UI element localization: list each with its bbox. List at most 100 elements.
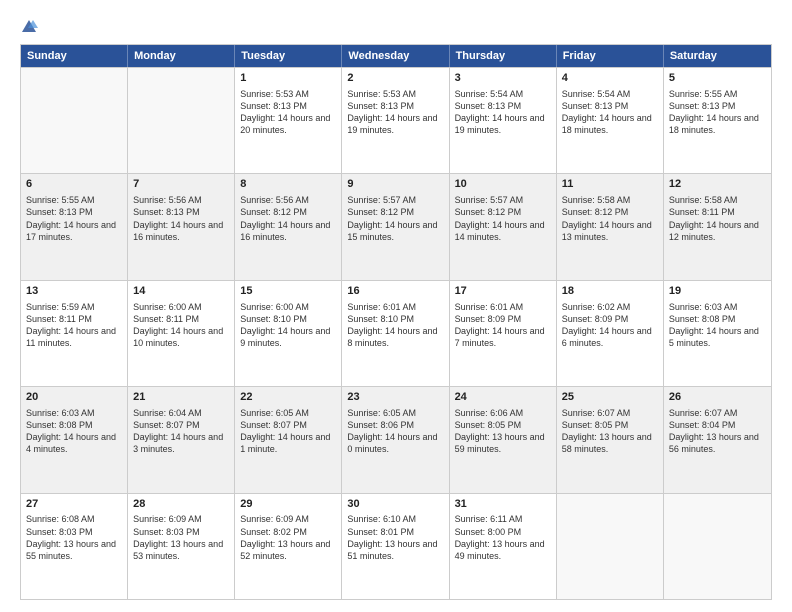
- day-info: Daylight: 14 hours and 18 minutes.: [562, 112, 658, 136]
- day-info: Sunset: 8:12 PM: [347, 206, 443, 218]
- calendar-cell: 17Sunrise: 6:01 AMSunset: 8:09 PMDayligh…: [450, 281, 557, 386]
- calendar-cell: [664, 494, 771, 599]
- day-info: Sunrise: 6:09 AM: [133, 513, 229, 525]
- calendar-body: 1Sunrise: 5:53 AMSunset: 8:13 PMDaylight…: [21, 67, 771, 599]
- header: [20, 16, 772, 36]
- calendar-week: 6Sunrise: 5:55 AMSunset: 8:13 PMDaylight…: [21, 173, 771, 279]
- day-info: Sunset: 8:04 PM: [669, 419, 766, 431]
- day-number: 6: [26, 177, 122, 192]
- logo-icon: [20, 18, 38, 36]
- calendar-cell: 13Sunrise: 5:59 AMSunset: 8:11 PMDayligh…: [21, 281, 128, 386]
- day-info: Sunset: 8:13 PM: [347, 100, 443, 112]
- calendar-cell: 28Sunrise: 6:09 AMSunset: 8:03 PMDayligh…: [128, 494, 235, 599]
- day-number: 22: [240, 390, 336, 405]
- day-info: Sunrise: 6:05 AM: [240, 407, 336, 419]
- day-info: Sunrise: 5:53 AM: [347, 88, 443, 100]
- calendar-cell: 21Sunrise: 6:04 AMSunset: 8:07 PMDayligh…: [128, 387, 235, 492]
- calendar-page: SundayMondayTuesdayWednesdayThursdayFrid…: [0, 0, 792, 612]
- calendar-cell: 4Sunrise: 5:54 AMSunset: 8:13 PMDaylight…: [557, 68, 664, 173]
- day-info: Daylight: 14 hours and 3 minutes.: [133, 431, 229, 455]
- day-info: Sunset: 8:06 PM: [347, 419, 443, 431]
- calendar-cell: [557, 494, 664, 599]
- day-info: Daylight: 13 hours and 53 minutes.: [133, 538, 229, 562]
- day-info: Daylight: 13 hours and 58 minutes.: [562, 431, 658, 455]
- day-info: Daylight: 14 hours and 1 minute.: [240, 431, 336, 455]
- day-info: Sunset: 8:08 PM: [26, 419, 122, 431]
- calendar-cell: 8Sunrise: 5:56 AMSunset: 8:12 PMDaylight…: [235, 174, 342, 279]
- day-info: Sunrise: 5:59 AM: [26, 301, 122, 313]
- day-info: Sunset: 8:10 PM: [240, 313, 336, 325]
- day-info: Daylight: 14 hours and 6 minutes.: [562, 325, 658, 349]
- day-info: Sunset: 8:12 PM: [562, 206, 658, 218]
- calendar-cell: 9Sunrise: 5:57 AMSunset: 8:12 PMDaylight…: [342, 174, 449, 279]
- day-info: Daylight: 14 hours and 8 minutes.: [347, 325, 443, 349]
- day-info: Daylight: 14 hours and 12 minutes.: [669, 219, 766, 243]
- day-info: Sunset: 8:13 PM: [240, 100, 336, 112]
- calendar-cell: 26Sunrise: 6:07 AMSunset: 8:04 PMDayligh…: [664, 387, 771, 492]
- calendar-cell: 10Sunrise: 5:57 AMSunset: 8:12 PMDayligh…: [450, 174, 557, 279]
- calendar-cell: 19Sunrise: 6:03 AMSunset: 8:08 PMDayligh…: [664, 281, 771, 386]
- calendar-cell: 5Sunrise: 5:55 AMSunset: 8:13 PMDaylight…: [664, 68, 771, 173]
- day-info: Sunset: 8:07 PM: [133, 419, 229, 431]
- day-info: Daylight: 13 hours and 56 minutes.: [669, 431, 766, 455]
- weekday-header: Saturday: [664, 45, 771, 67]
- day-info: Sunset: 8:13 PM: [26, 206, 122, 218]
- day-info: Sunset: 8:13 PM: [455, 100, 551, 112]
- day-info: Sunrise: 5:58 AM: [669, 194, 766, 206]
- calendar-cell: 29Sunrise: 6:09 AMSunset: 8:02 PMDayligh…: [235, 494, 342, 599]
- day-number: 19: [669, 284, 766, 299]
- calendar-cell: 2Sunrise: 5:53 AMSunset: 8:13 PMDaylight…: [342, 68, 449, 173]
- day-info: Sunset: 8:00 PM: [455, 526, 551, 538]
- day-info: Sunrise: 5:53 AM: [240, 88, 336, 100]
- day-number: 3: [455, 71, 551, 86]
- day-info: Sunset: 8:12 PM: [455, 206, 551, 218]
- day-number: 29: [240, 497, 336, 512]
- calendar-cell: 24Sunrise: 6:06 AMSunset: 8:05 PMDayligh…: [450, 387, 557, 492]
- day-info: Sunset: 8:01 PM: [347, 526, 443, 538]
- calendar-week: 20 Sunrise: 6:03 AMSunset: 8:08 PM Dayligh…: [21, 386, 771, 492]
- day-info: Daylight: 14 hours and 18 minutes.: [669, 112, 766, 136]
- day-info: Daylight: 13 hours and 59 minutes.: [455, 431, 551, 455]
- day-info: Sunrise: 6:00 AM: [240, 301, 336, 313]
- day-info: Sunrise: 6:04 AM: [133, 407, 229, 419]
- weekday-header: Friday: [557, 45, 664, 67]
- day-info: Daylight: 14 hours and 15 minutes.: [347, 219, 443, 243]
- calendar-cell: 27Sunrise: 6:08 AMSunset: 8:03 PMDayligh…: [21, 494, 128, 599]
- day-info: Daylight: 14 hours and 17 minutes.: [26, 219, 122, 243]
- day-info: Daylight: 13 hours and 52 minutes.: [240, 538, 336, 562]
- day-number: 20: [26, 390, 122, 405]
- day-info: Sunrise: 5:57 AM: [455, 194, 551, 206]
- day-info: Sunrise: 5:55 AM: [26, 194, 122, 206]
- day-number: 18: [562, 284, 658, 299]
- day-number: 23: [347, 390, 443, 405]
- day-number: 16: [347, 284, 443, 299]
- day-info: Sunrise: 6:05 AM: [347, 407, 443, 419]
- day-info: Sunset: 8:03 PM: [26, 526, 122, 538]
- calendar-cell: 7Sunrise: 5:56 AMSunset: 8:13 PMDaylight…: [128, 174, 235, 279]
- calendar-cell: 16Sunrise: 6:01 AMSunset: 8:10 PMDayligh…: [342, 281, 449, 386]
- day-info: Daylight: 14 hours and 0 minutes.: [347, 431, 443, 455]
- day-info: Sunrise: 6:07 AM: [562, 407, 658, 419]
- day-info: Sunrise: 6:03 AM: [26, 407, 122, 419]
- calendar-cell: 14Sunrise: 6:00 AMSunset: 8:11 PMDayligh…: [128, 281, 235, 386]
- day-info: Sunrise: 6:02 AM: [562, 301, 658, 313]
- day-number: 2: [347, 71, 443, 86]
- day-info: Sunrise: 6:01 AM: [347, 301, 443, 313]
- day-info: Sunrise: 6:10 AM: [347, 513, 443, 525]
- day-info: Sunrise: 6:00 AM: [133, 301, 229, 313]
- day-info: Sunrise: 6:07 AM: [669, 407, 766, 419]
- calendar-cell: 18Sunrise: 6:02 AMSunset: 8:09 PMDayligh…: [557, 281, 664, 386]
- day-info: Sunrise: 5:54 AM: [455, 88, 551, 100]
- day-number: 30: [347, 497, 443, 512]
- day-info: Sunset: 8:05 PM: [562, 419, 658, 431]
- day-info: Sunrise: 6:09 AM: [240, 513, 336, 525]
- day-info: Daylight: 14 hours and 11 minutes.: [26, 325, 122, 349]
- day-info: Sunset: 8:11 PM: [669, 206, 766, 218]
- day-number: 4: [562, 71, 658, 86]
- day-info: Sunset: 8:13 PM: [133, 206, 229, 218]
- day-info: Sunrise: 6:03 AM: [669, 301, 766, 313]
- day-number: 13: [26, 284, 122, 299]
- calendar-cell: 15Sunrise: 6:00 AMSunset: 8:10 PMDayligh…: [235, 281, 342, 386]
- weekday-header: Thursday: [450, 45, 557, 67]
- calendar: SundayMondayTuesdayWednesdayThursdayFrid…: [20, 44, 772, 600]
